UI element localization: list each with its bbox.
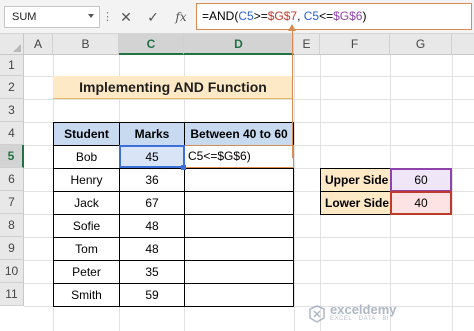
row-header-11[interactable]: 11 — [0, 283, 24, 306]
column-header-bar: A B C D E F G — [0, 34, 474, 55]
annotation-arrow — [292, 29, 293, 158]
formula-text: =AND( — [202, 9, 239, 23]
cell-student-tom[interactable]: Tom — [53, 237, 120, 261]
cell-marks-henry[interactable]: 36 — [119, 168, 185, 192]
cell-result[interactable] — [184, 214, 294, 238]
cancel-button[interactable]: ✕ — [115, 6, 137, 28]
formula-ref-g6: $G$6 — [333, 9, 363, 23]
reference-resize-handle[interactable] — [181, 165, 186, 170]
formula-text: <= — [319, 9, 334, 23]
upper-side-label[interactable]: Upper Side — [320, 168, 391, 192]
formula-ref-c5: C5 — [238, 9, 254, 23]
cell-result[interactable] — [184, 168, 294, 192]
grid-line — [24, 99, 474, 100]
column-header-f[interactable]: F — [320, 34, 390, 55]
cell-student-jack[interactable]: Jack — [53, 191, 120, 215]
cell-marks-smith[interactable]: 59 — [119, 283, 185, 307]
grid-line — [294, 55, 295, 331]
header-between[interactable]: Between 40 to 60 — [184, 122, 294, 146]
exceldemy-watermark: exceldemy EXCEL · DATA · BI — [308, 302, 428, 326]
cell-student-smith[interactable]: Smith — [53, 283, 120, 307]
annotation-arrow-head-icon — [288, 24, 296, 31]
exceldemy-logo-icon — [309, 305, 325, 323]
active-cell-editor[interactable]: C5<=$G$6) — [184, 145, 294, 168]
row-header-9[interactable]: 9 — [0, 237, 24, 260]
row-header-8[interactable]: 8 — [0, 214, 24, 237]
row-header-2[interactable]: 2 — [0, 76, 24, 99]
cell-result[interactable] — [184, 283, 294, 307]
sheet-title[interactable]: Implementing AND Function — [53, 76, 293, 99]
cell-result[interactable] — [184, 237, 294, 261]
reference-highlight-c5 — [119, 145, 185, 168]
formula-ref-c5: C5 — [303, 9, 320, 23]
column-header-e[interactable]: E — [294, 34, 320, 55]
formula-text: >= — [253, 9, 268, 23]
insert-function-button[interactable]: fx — [170, 6, 192, 28]
lower-side-label[interactable]: Lower Side — [320, 191, 391, 215]
row-header-6[interactable]: 6 — [0, 168, 24, 191]
cell-marks-sofie[interactable]: 48 — [119, 214, 185, 238]
cell-result[interactable] — [184, 191, 294, 215]
row-header-10[interactable]: 10 — [0, 260, 24, 283]
formula-ref-g7: $G$7 — [267, 9, 298, 23]
grid-line — [452, 55, 453, 331]
column-header-d[interactable]: D — [184, 34, 294, 55]
name-box[interactable]: SUM — [4, 6, 100, 28]
select-all-triangle-icon — [13, 44, 21, 52]
row-header-7[interactable]: 7 — [0, 191, 24, 214]
column-header-g[interactable]: G — [390, 34, 452, 55]
more-options-icon: ⋮ — [102, 11, 113, 23]
formula-input[interactable]: =AND(C5>=$G$7, C5<=$G$6) — [196, 3, 472, 30]
header-marks[interactable]: Marks — [119, 122, 185, 146]
row-header-5[interactable]: 5 — [0, 145, 24, 168]
column-header-b[interactable]: B — [53, 34, 119, 55]
column-header-c[interactable]: C — [119, 34, 184, 55]
watermark-tagline: EXCEL · DATA · BI — [330, 316, 390, 322]
cell-result[interactable] — [184, 260, 294, 284]
header-student[interactable]: Student — [53, 122, 120, 146]
column-header-a[interactable]: A — [24, 34, 53, 55]
cell-student-bob[interactable]: Bob — [53, 145, 120, 169]
upper-side-value[interactable]: 60 — [390, 168, 452, 192]
cell-student-henry[interactable]: Henry — [53, 168, 120, 192]
row-header-4[interactable]: 4 — [0, 122, 24, 145]
lower-side-value[interactable]: 40 — [390, 191, 452, 215]
formula-text: , — [297, 9, 304, 23]
formula-text: ) — [362, 9, 367, 23]
watermark-brand: exceldemy — [330, 302, 397, 317]
cell-student-peter[interactable]: Peter — [53, 260, 120, 284]
row-header-1[interactable]: 1 — [0, 55, 24, 76]
row-header-3[interactable]: 3 — [0, 99, 24, 122]
name-box-dropdown-icon[interactable] — [88, 14, 94, 18]
cell-marks-tom[interactable]: 48 — [119, 237, 185, 261]
cell-marks-jack[interactable]: 67 — [119, 191, 185, 215]
cell-marks-peter[interactable]: 35 — [119, 260, 185, 284]
cell-student-sofie[interactable]: Sofie — [53, 214, 120, 238]
enter-button[interactable]: ✓ — [142, 6, 164, 28]
